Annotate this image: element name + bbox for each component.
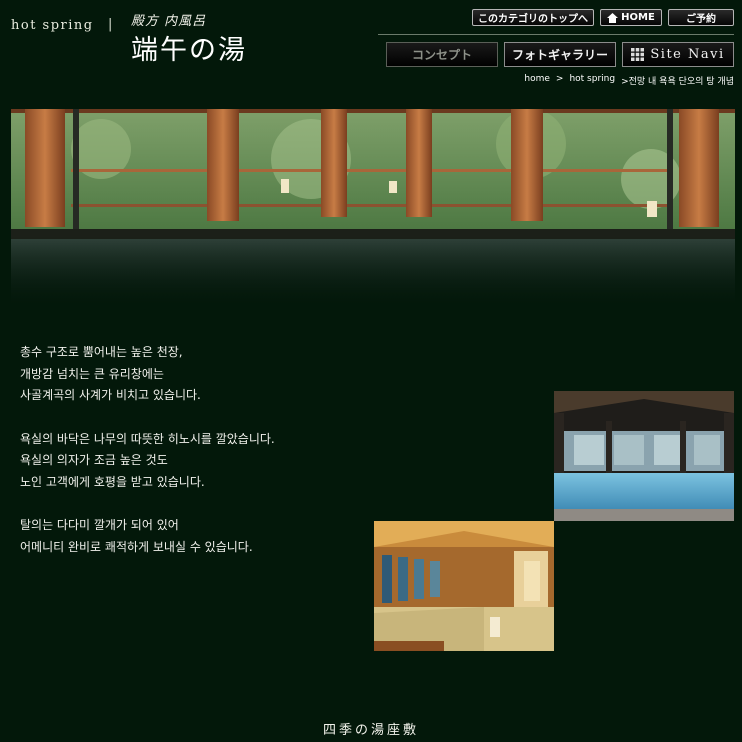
header-divider [378,34,734,35]
text-line: 욕실의 바닥은 나무의 따뜻한 히노시를 깔았습니다. [20,431,275,446]
text-line: 총수 구조로 뿜어내는 높은 천장, [20,345,183,359]
hero-fade-overlay [11,235,735,305]
text-line: 노인 고객에게 호평을 받고 있습니다. [20,474,205,489]
paragraph-3: 탈의는 다다미 깔개가 되어 있어 어메니티 완비로 쾌적하게 보내실 수 있습… [20,515,380,558]
breadcrumb-current: >전망 내 욕욕 단오의 탕 개념 [621,77,734,87]
breadcrumb: home > hot spring >전망 내 욕욕 단오의 탕 개념 [524,74,734,87]
concept-button[interactable]: コンセプト [386,42,498,67]
bath-photo[interactable] [554,391,734,521]
text-line: 어메니티 완비로 쾌적하게 보내실 수 있습니다. [20,539,253,554]
text-line: 탈의는 다다미 깔개가 되어 있어 [20,518,179,532]
breadcrumb-home-link[interactable]: home [524,74,550,87]
dressing-room-photo[interactable] [374,521,554,651]
site-navi-label: Site Navi [650,47,725,62]
paragraph-1: 총수 구조로 뿜어내는 높은 천장, 개방감 넘치는 큰 유리창에는 사골계곡의… [20,342,380,407]
text-line: 욕실의 의자가 조금 높은 것도 [20,453,168,467]
brand-text: hot spring [11,18,94,33]
text-line: 사골계곡의 사계가 비치고 있습니다. [20,388,201,402]
text-line: 개방감 넘치는 큰 유리창에는 [20,366,164,381]
site-navi-button[interactable]: Site Navi [622,42,734,67]
photo-gallery-label: フォトギャラリー [511,48,608,62]
breadcrumb-separator: > [555,74,564,84]
grid-icon [631,48,645,61]
paragraph-2: 욕실의 바닥은 나무의 따뜻한 히노시를 깔았습니다. 욕실의 의자가 조금 높… [20,429,380,494]
home-button[interactable]: HOME [600,9,662,26]
photo-gallery-button[interactable]: フォトギャラリー [504,42,616,67]
reserve-button[interactable]: ご予約 [668,9,734,26]
logo-title[interactable]: 端午の湯 [131,28,247,67]
concept-label: コンセプト [411,48,472,62]
section-title: 四季の湯座敷 [322,723,419,738]
brand-separator: | [108,17,113,32]
logo-subtitle: 殿方 内風呂 [131,14,207,29]
house-icon [607,12,619,23]
hero-bath-photo [11,109,735,305]
category-top-label: このカテゴリのトップへ [478,14,588,25]
home-label: HOME [621,12,655,23]
reserve-label: ご予約 [686,14,716,25]
category-top-button[interactable]: このカテゴリのトップへ [472,9,594,26]
breadcrumb-hot-spring-link[interactable]: hot spring [569,74,615,87]
description-text: 총수 구조로 뿜어내는 높은 천장, 개방감 넘치는 큰 유리창에는 사골계곡의… [20,342,380,580]
